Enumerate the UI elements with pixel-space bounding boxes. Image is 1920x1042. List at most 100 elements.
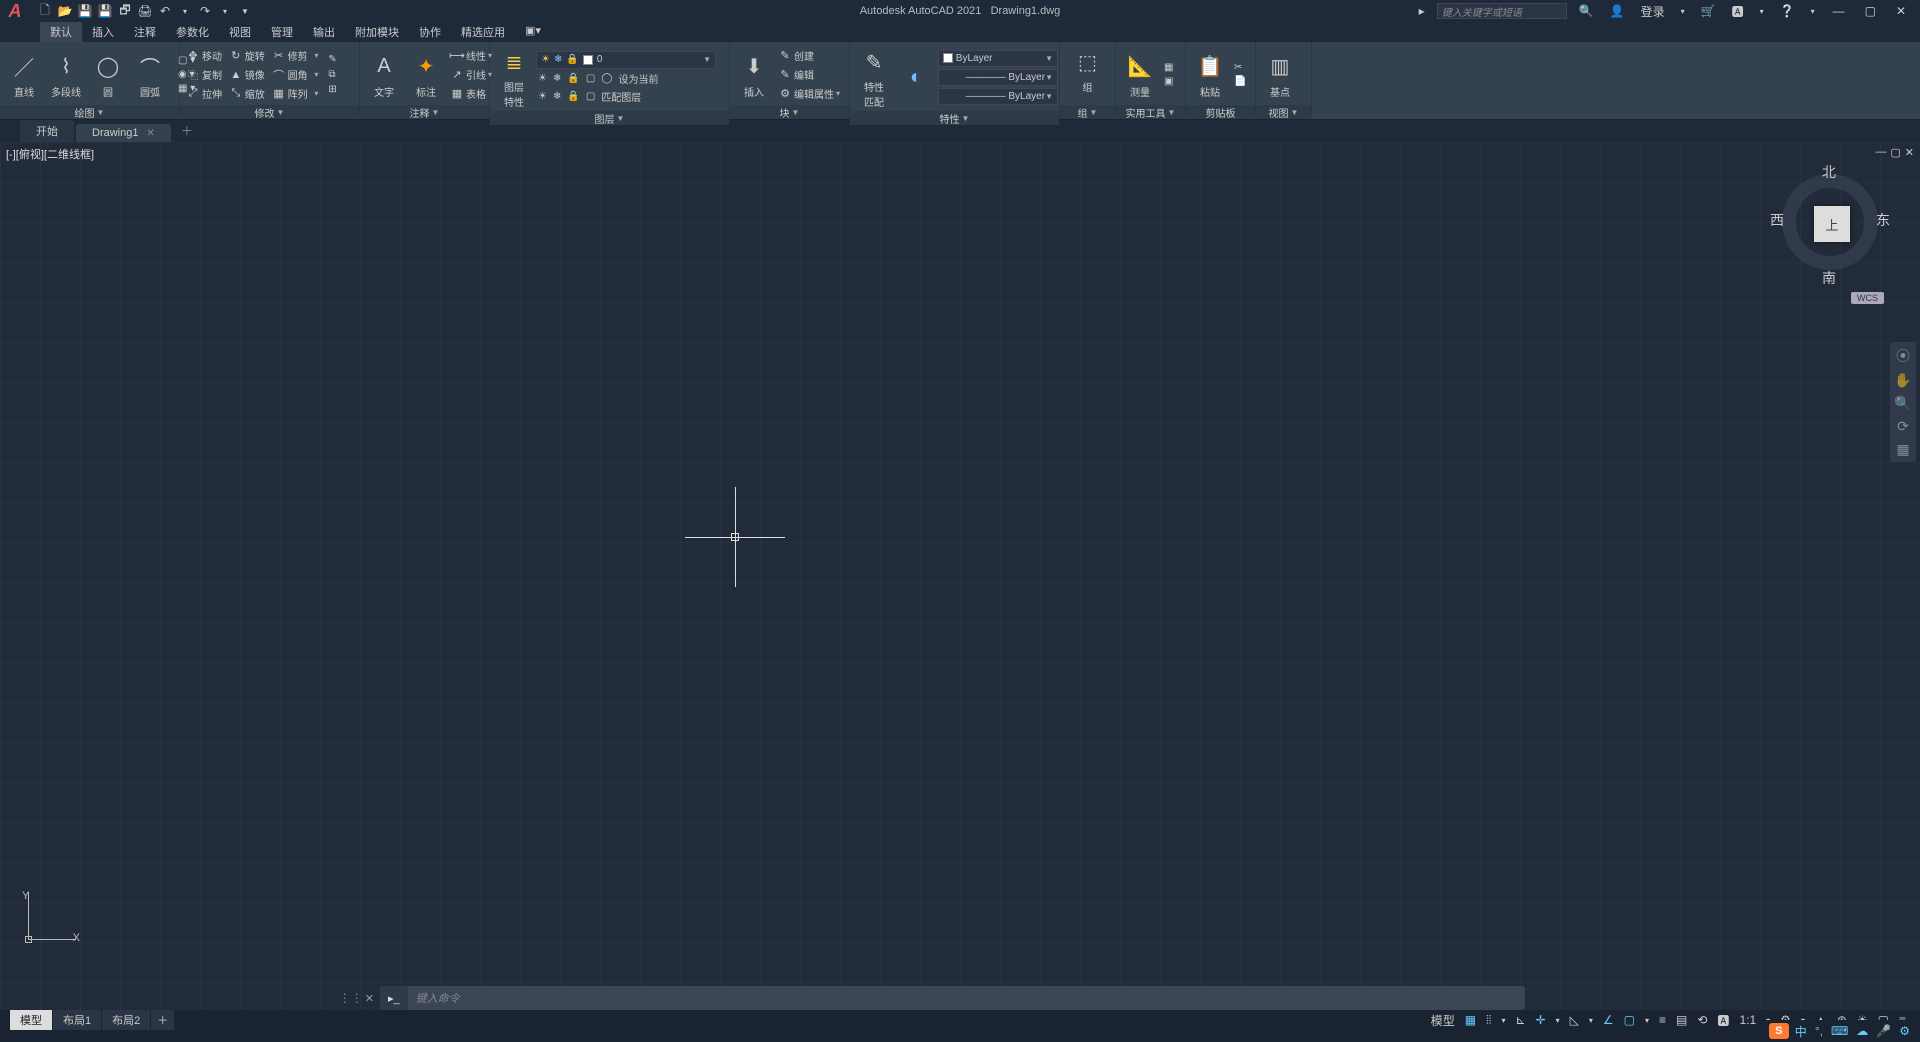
tab-addins[interactable]: 附加模块 [345,22,409,42]
panel-group-title[interactable]: 组▼ [1060,105,1115,119]
polar-icon[interactable]: ✛ [1532,1013,1550,1027]
save-web-icon[interactable]: 🗗 [116,2,134,20]
redo-icon[interactable]: ↷ [196,2,214,20]
add-tab-button[interactable]: ＋ [173,119,201,142]
share-arrow-icon[interactable]: ▸ [1415,4,1429,18]
search-icon[interactable]: 🔍 [1575,4,1598,18]
command-input[interactable]: 键入命令 [408,990,1525,1006]
tab-model[interactable]: 模型 [10,1010,52,1030]
tab-drawing1[interactable]: Drawing1✕ [76,124,171,142]
measure-button[interactable]: 📐测量 [1120,49,1160,101]
viewcube-east[interactable]: 东 [1876,210,1890,230]
ime-cloud-icon[interactable]: ☁ [1854,1024,1870,1038]
new-icon[interactable]: 🗋 [36,2,54,20]
cmd-close-icon[interactable]: ✕ [365,992,374,1005]
cmd-handle[interactable]: ⋮⋮ ✕ › [352,986,378,1010]
search-input[interactable]: 键入关键字或短语 [1437,3,1567,19]
ime-settings-icon[interactable]: ⚙ [1897,1024,1912,1038]
copy-button[interactable]: ⿻复制 ▲镜像 ⌒圆角 ▾ [184,66,320,83]
status-model-toggle[interactable]: 模型 [1427,1012,1459,1029]
tab-view[interactable]: 视图 [219,22,261,42]
undo-dd-icon[interactable]: ▾ [176,2,194,20]
add-layout-button[interactable]: ＋ [151,1010,174,1030]
cycle-icon[interactable]: ⟲ [1693,1013,1711,1027]
calc-button[interactable]: ▦ [1162,61,1175,74]
restore-button[interactable]: ▢ [1859,4,1882,18]
stretch-button[interactable]: ⤢拉伸 ⤡缩放 ▦阵列 ▾ [184,85,320,102]
tab-expand-icon[interactable]: ▣▾ [515,22,551,42]
panel-modify-title[interactable]: 修改▼ [180,105,359,119]
viewcube[interactable]: 北 南 东 西 上 [1770,162,1890,282]
props-palette-button[interactable]: ◐ [896,60,936,96]
text-button[interactable]: A文字 [364,49,404,101]
undo-icon[interactable]: ↶ [156,2,174,20]
block-attr-button[interactable]: ⚙编辑属性▾ [776,85,842,102]
command-line[interactable]: ▸_ 键入命令 [380,986,1525,1010]
app-store-icon[interactable]: 🅰 [1728,3,1748,20]
help-dd-icon[interactable]: ▾ [1807,7,1819,16]
move-button[interactable]: ✥移动 ↻旋转 ✂修剪 ▾ [184,47,320,64]
close-button[interactable]: ✕ [1890,4,1912,18]
ime-softkbd-icon[interactable]: ⌨ [1829,1024,1850,1038]
help-icon[interactable]: ❔ [1776,4,1799,18]
osnap-dd-icon[interactable]: ▾ [1641,1016,1653,1025]
quick-select-button[interactable]: ▣ [1162,75,1175,88]
plot-icon[interactable]: 🖨 [136,2,154,20]
tab-collab[interactable]: 协作 [409,22,451,42]
close-icon[interactable]: ✕ [146,128,154,139]
annoscale-icon[interactable]: 🅰 [1713,1012,1733,1029]
tab-default[interactable]: 默认 [40,22,82,42]
save-icon[interactable]: 💾 [76,2,94,20]
redo-dd-icon[interactable]: ▾ [216,2,234,20]
modify-extra-1[interactable]: ✎ [326,53,338,66]
layer-combo[interactable]: ☀ ❄ 🔒 0 ▼ [536,51,716,69]
panel-props-title[interactable]: 特性▼ [850,111,1059,125]
ime-voice-icon[interactable]: 🎤 [1874,1024,1893,1038]
polyline-button[interactable]: ⌇多段线 [46,49,86,101]
group-button[interactable]: ⬚组 [1068,44,1108,96]
qat-custom-icon[interactable]: ▼ [236,2,254,20]
cart-icon[interactable]: 🛒 [1697,4,1720,18]
table-button[interactable]: ▦表格 [448,85,494,102]
vp-minimize-button[interactable]: — [1875,146,1886,159]
vp-maximize-button[interactable]: ▢ [1890,146,1900,159]
panel-draw-title[interactable]: 绘图▼ [0,105,179,119]
login-dd-icon[interactable]: ▾ [1677,7,1689,16]
viewcube-west[interactable]: 西 [1770,210,1784,230]
viewcube-north[interactable]: 北 [1822,162,1836,182]
dim-button[interactable]: ✦标注 [406,49,446,101]
login-button[interactable]: 登录 [1637,3,1669,20]
cut-button[interactable]: ✂ [1232,61,1248,74]
tab-annotate[interactable]: 注释 [124,22,166,42]
saveas-icon[interactable]: 💾 [96,2,114,20]
nav-pan-icon[interactable]: ✋ [1894,372,1911,389]
appstore-dd-icon[interactable]: ▾ [1756,7,1768,16]
osnap-icon[interactable]: ∠ [1599,1013,1618,1027]
isodraft-icon[interactable]: ◺ [1566,1013,1583,1027]
open-icon[interactable]: 📂 [56,2,74,20]
block-create-button[interactable]: ✎创建 [776,47,842,64]
tab-start[interactable]: 开始 [20,120,74,142]
lineweight-icon[interactable]: ≡ [1655,1013,1670,1027]
ucs-icon[interactable]: Y X [20,890,80,950]
minimize-button[interactable]: — [1827,4,1851,18]
tab-output[interactable]: 输出 [303,22,345,42]
tab-parametric[interactable]: 参数化 [166,22,219,42]
modify-extra-3[interactable]: ⊞ [326,83,338,96]
snap-dd-icon[interactable]: ▾ [1497,1016,1509,1025]
nav-zoom-icon[interactable]: 🔍 [1894,395,1911,412]
ime-lang-icon[interactable]: 中 [1793,1023,1809,1040]
leader-button[interactable]: ↗引线▾ [448,66,494,83]
viewcube-top[interactable]: 上 [1814,206,1850,242]
panel-util-title[interactable]: 实用工具▼ [1116,105,1185,119]
paste-button[interactable]: 📋粘贴 [1190,49,1230,101]
object-snap-icon[interactable]: ▢ [1620,1013,1639,1027]
tab-featured[interactable]: 精选应用 [451,22,515,42]
base-view-button[interactable]: ▥基点 [1260,49,1300,101]
lineweight-combo[interactable]: ———— ByLayer▼ [938,69,1058,86]
wcs-badge[interactable]: WCS [1851,292,1884,304]
nav-orbit-icon[interactable]: ⟳ [1897,418,1909,435]
linetype-combo[interactable]: ———— ByLayer▼ [938,88,1058,105]
ortho-icon[interactable]: ⊾ [1511,1013,1529,1027]
tab-manage[interactable]: 管理 [261,22,303,42]
